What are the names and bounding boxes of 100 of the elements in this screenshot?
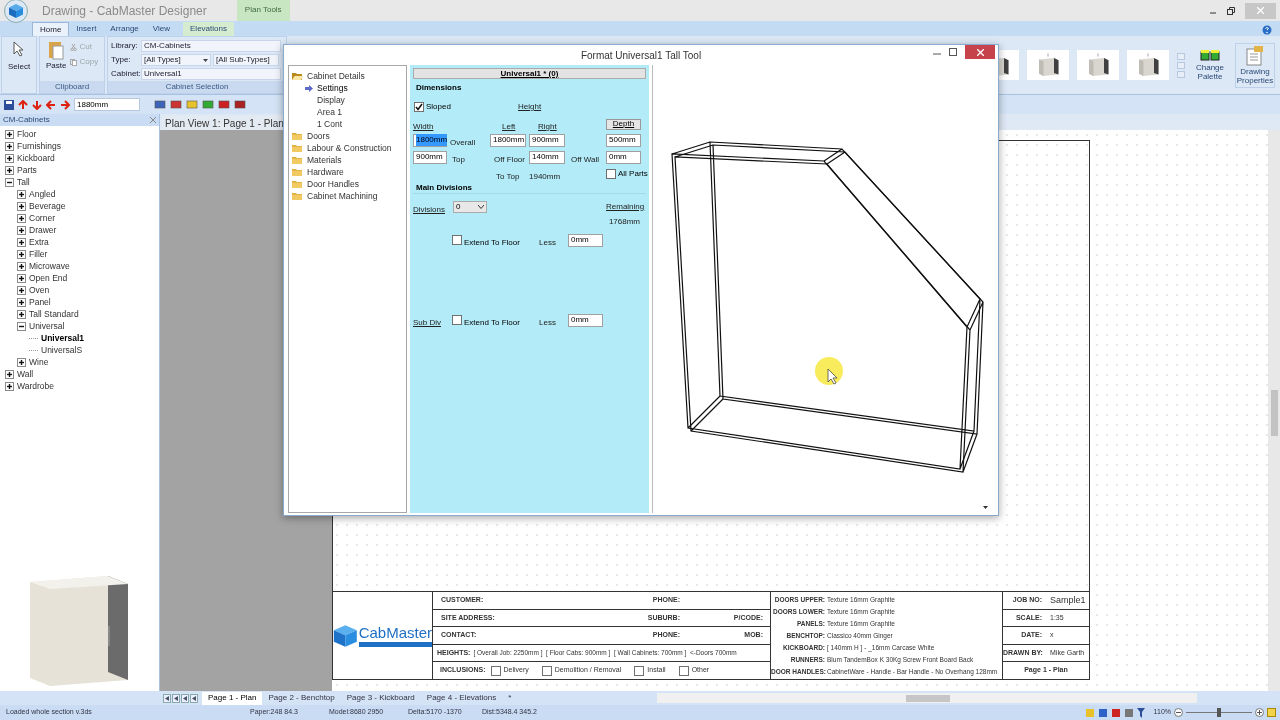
zoom-out-icon[interactable] <box>1174 708 1183 717</box>
depth-button[interactable]: Depth <box>606 118 641 130</box>
expand-icon[interactable] <box>17 309 26 319</box>
tree-item[interactable]: Universal1 <box>41 333 84 343</box>
subtype-dropdown[interactable]: [All Sub-Types] <box>213 54 279 66</box>
arrow-icon[interactable] <box>18 99 28 110</box>
restore-icon[interactable] <box>1227 6 1235 15</box>
tree-item[interactable]: Extra <box>29 237 49 247</box>
nav-item[interactable]: Materials <box>307 153 342 167</box>
collapse-icon[interactable] <box>5 177 14 187</box>
drawing-properties-button[interactable]: Drawing Properties <box>1235 42 1275 88</box>
expand-icon[interactable] <box>17 285 26 295</box>
checkbox[interactable] <box>490 665 501 676</box>
library-dropdown[interactable]: CM-Cabinets <box>141 40 281 52</box>
expand-icon[interactable] <box>5 165 14 175</box>
tree-item[interactable]: Filler <box>29 249 48 259</box>
nav-item[interactable]: Settings <box>317 81 348 95</box>
size-dropdown[interactable]: 1880mm <box>74 98 140 111</box>
expand-icon[interactable] <box>17 273 26 283</box>
checkbox[interactable] <box>414 102 424 112</box>
zoom-slider[interactable] <box>1186 708 1252 717</box>
tree-item[interactable]: UniversalS <box>41 345 83 355</box>
ribbon-tab[interactable]: Home <box>32 22 70 36</box>
tree-item[interactable]: Floor <box>17 129 37 139</box>
expand-icon[interactable] <box>5 381 14 391</box>
expand-icon[interactable] <box>17 213 26 223</box>
page-tab[interactable]: Page 2 - Benchtop <box>262 691 341 705</box>
expand-icon[interactable] <box>17 357 26 367</box>
expand-icon[interactable] <box>17 189 26 199</box>
nav-item[interactable]: Door Handles <box>307 177 359 191</box>
tree-item[interactable]: Drawer <box>29 225 57 235</box>
left-height-field[interactable]: 1800mm <box>490 133 526 147</box>
status-tool-icon[interactable] <box>1097 707 1108 718</box>
page-tab[interactable]: Page 1 - Plan <box>202 691 263 705</box>
horizontal-scrollbar[interactable] <box>657 693 1198 703</box>
expand-icon[interactable] <box>17 261 26 271</box>
help-icon[interactable] <box>1262 25 1272 35</box>
tree-item[interactable]: Wardrobe <box>17 381 54 391</box>
divisions-dropdown[interactable]: 0 <box>453 200 487 213</box>
tree-item[interactable]: Furnishings <box>17 141 61 151</box>
collapse-icon[interactable] <box>17 321 26 331</box>
tree-item[interactable]: Open End <box>29 273 68 283</box>
top-width-field[interactable]: 900mm <box>413 150 447 164</box>
off-floor-field[interactable]: 140mm <box>529 150 565 164</box>
expand-icon[interactable] <box>5 369 14 379</box>
nav-item[interactable]: Labour & Construction <box>307 141 392 155</box>
tree-item[interactable]: Kickboard <box>17 153 55 163</box>
page-tab[interactable]: Page 3 - Kickboard <box>340 691 421 705</box>
select-button[interactable]: Select <box>1 36 37 94</box>
expand-icon[interactable] <box>5 129 14 139</box>
tree-item[interactable]: Angled <box>29 189 56 199</box>
checkbox[interactable] <box>541 665 552 676</box>
expand-icon[interactable] <box>5 141 14 151</box>
tree-item[interactable]: Universal <box>29 321 65 331</box>
change-palette-button[interactable]: Change Palette <box>1193 49 1227 81</box>
tool-icon[interactable] <box>154 99 166 110</box>
app-logo-icon[interactable] <box>4 0 28 23</box>
maximize-icon[interactable] <box>949 48 957 56</box>
tree-item[interactable]: Corner <box>29 213 55 223</box>
arrow-icon[interactable] <box>46 99 56 110</box>
ribbon-tab[interactable]: Insert <box>69 22 104 36</box>
save-icon[interactable] <box>4 99 14 110</box>
ribbon-tab[interactable]: Elevations <box>183 22 234 36</box>
checkbox[interactable] <box>634 665 645 676</box>
tree-item[interactable]: Oven <box>29 285 50 295</box>
zoom-in-icon[interactable] <box>1255 708 1264 717</box>
depth-field[interactable]: 500mm <box>606 133 641 147</box>
right-height-field[interactable]: 900mm <box>529 133 565 147</box>
tree-item[interactable]: Wall <box>17 369 34 379</box>
page-tab[interactable]: * <box>502 691 518 705</box>
width-field[interactable]: 1800mm <box>413 133 447 147</box>
close-button[interactable] <box>965 45 995 59</box>
tree-item[interactable]: Tall <box>17 177 30 187</box>
expand-icon[interactable] <box>5 153 14 163</box>
tree-item[interactable]: Wine <box>29 357 49 367</box>
checkbox[interactable] <box>606 169 616 179</box>
type-dropdown[interactable]: [All Types] <box>141 54 211 66</box>
off-wall-field[interactable]: 0mm <box>606 150 641 164</box>
less-field[interactable]: 0mm <box>568 233 603 247</box>
less-field[interactable]: 0mm <box>568 313 603 327</box>
expand-icon[interactable] <box>17 201 26 211</box>
page-tab[interactable]: Page 4 - Elevations <box>420 691 503 705</box>
filter-icon[interactable] <box>1136 707 1145 718</box>
checkbox[interactable] <box>678 665 689 676</box>
nav-item[interactable]: Cabinet Details <box>307 69 365 83</box>
tree-item[interactable]: Tall Standard <box>29 309 79 319</box>
page-nav-icon[interactable] <box>190 693 198 703</box>
page-nav-icon[interactable] <box>163 693 171 703</box>
status-tool-icon[interactable] <box>1110 707 1121 718</box>
zoom-slider-thumb[interactable] <box>1217 708 1221 717</box>
tool-icon[interactable] <box>202 99 214 110</box>
tool-icon[interactable] <box>218 99 230 110</box>
paste-button[interactable]: Paste <box>46 40 67 72</box>
tree-item[interactable]: Panel <box>29 297 51 307</box>
nav-item[interactable]: Cabinet Machining <box>307 189 378 203</box>
expand-icon[interactable] <box>17 297 26 307</box>
vertical-scrollbar[interactable] <box>1268 130 1280 691</box>
tree-item[interactable]: Beverage <box>29 201 66 211</box>
tool-icon[interactable] <box>186 99 198 110</box>
arrow-icon[interactable] <box>60 99 70 110</box>
